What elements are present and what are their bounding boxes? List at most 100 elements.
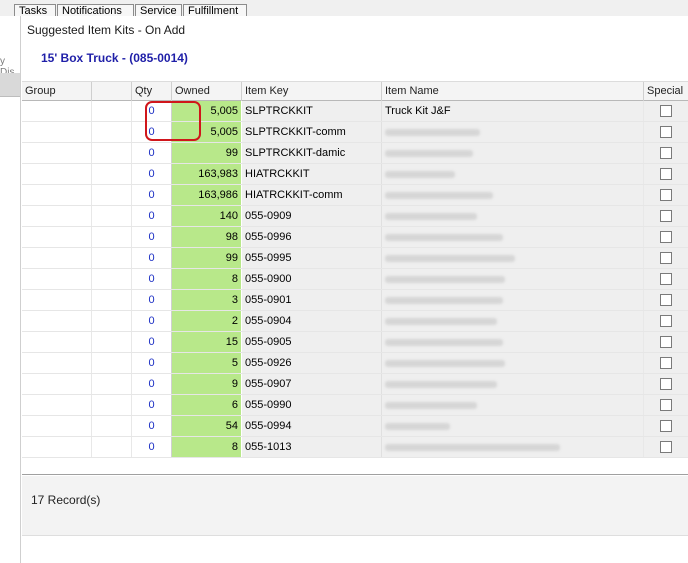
column-header-special[interactable]: Special xyxy=(644,82,688,101)
qty-cell[interactable]: 0 xyxy=(132,164,172,184)
special-checkbox[interactable] xyxy=(660,399,672,411)
blank-cell xyxy=(92,122,132,142)
qty-cell[interactable]: 0 xyxy=(132,332,172,352)
qty-cell[interactable]: 0 xyxy=(132,437,172,457)
table-row[interactable]: 0 5,005 SLPTRCKKIT-comm xyxy=(22,122,688,143)
qty-cell[interactable]: 0 xyxy=(132,395,172,415)
column-header-item-name[interactable]: Item Name xyxy=(382,82,644,101)
qty-cell[interactable]: 0 xyxy=(132,374,172,394)
table-row[interactable]: 0 6 055-0990 xyxy=(22,395,688,416)
table-row[interactable]: 0 99 055-0995 xyxy=(22,248,688,269)
column-header-owned[interactable]: Owned xyxy=(172,82,242,101)
redacted-item-name xyxy=(385,129,480,136)
table-row[interactable]: 0 163,983 HIATRCKKIT xyxy=(22,164,688,185)
qty-cell[interactable]: 0 xyxy=(132,185,172,205)
table-row[interactable]: 0 3 055-0901 xyxy=(22,290,688,311)
redacted-item-name xyxy=(385,213,477,220)
item-key-cell: 055-0995 xyxy=(242,248,382,268)
special-cell xyxy=(644,290,688,310)
special-cell xyxy=(644,227,688,247)
item-name-cell xyxy=(382,311,644,331)
special-checkbox[interactable] xyxy=(660,420,672,432)
group-cell[interactable] xyxy=(22,227,92,247)
table-row[interactable]: 0 2 055-0904 xyxy=(22,311,688,332)
qty-cell[interactable]: 0 xyxy=(132,290,172,310)
group-cell[interactable] xyxy=(22,164,92,184)
special-checkbox[interactable] xyxy=(660,441,672,453)
group-cell[interactable] xyxy=(22,290,92,310)
group-cell[interactable] xyxy=(22,185,92,205)
redacted-item-name xyxy=(385,171,455,178)
group-cell[interactable] xyxy=(22,248,92,268)
special-checkbox[interactable] xyxy=(660,273,672,285)
qty-cell[interactable]: 0 xyxy=(132,206,172,226)
table-row[interactable]: 0 98 055-0996 xyxy=(22,227,688,248)
column-header-blank[interactable] xyxy=(92,82,132,101)
group-cell[interactable] xyxy=(22,101,92,121)
special-checkbox[interactable] xyxy=(660,294,672,306)
blank-cell xyxy=(92,416,132,436)
table-row[interactable]: 0 163,986 HIATRCKKIT-comm xyxy=(22,185,688,206)
group-cell[interactable] xyxy=(22,395,92,415)
table-row[interactable]: 0 8 055-0900 xyxy=(22,269,688,290)
special-checkbox[interactable] xyxy=(660,357,672,369)
item-key-cell: SLPTRCKKIT xyxy=(242,101,382,121)
column-header-qty[interactable]: Qty xyxy=(132,82,172,101)
item-name-cell xyxy=(382,353,644,373)
qty-cell[interactable]: 0 xyxy=(132,101,172,121)
dialog-titlebar[interactable]: Suggested Item Kits - On Add xyxy=(21,16,688,46)
group-cell[interactable] xyxy=(22,332,92,352)
special-checkbox[interactable] xyxy=(660,336,672,348)
owned-cell: 5 xyxy=(172,353,242,373)
item-key-cell: 055-0905 xyxy=(242,332,382,352)
group-cell[interactable] xyxy=(22,143,92,163)
qty-cell[interactable]: 0 xyxy=(132,416,172,436)
special-checkbox[interactable] xyxy=(660,378,672,390)
special-checkbox[interactable] xyxy=(660,252,672,264)
qty-cell[interactable]: 0 xyxy=(132,122,172,142)
column-header-item-key[interactable]: Item Key xyxy=(242,82,382,101)
item-name-cell xyxy=(382,164,644,184)
special-checkbox[interactable] xyxy=(660,168,672,180)
table-row[interactable]: 0 15 055-0905 xyxy=(22,332,688,353)
group-cell[interactable] xyxy=(22,353,92,373)
qty-cell[interactable]: 0 xyxy=(132,311,172,331)
redacted-item-name xyxy=(385,234,503,241)
special-checkbox[interactable] xyxy=(660,126,672,138)
special-checkbox[interactable] xyxy=(660,315,672,327)
table-row[interactable]: 0 9 055-0907 xyxy=(22,374,688,395)
special-checkbox[interactable] xyxy=(660,210,672,222)
redacted-item-name xyxy=(385,318,497,325)
qty-cell[interactable]: 0 xyxy=(132,227,172,247)
group-cell[interactable] xyxy=(22,206,92,226)
special-checkbox[interactable] xyxy=(660,189,672,201)
item-key-cell: 055-0994 xyxy=(242,416,382,436)
item-name-cell xyxy=(382,206,644,226)
table-row[interactable]: 0 8 055-1013 xyxy=(22,437,688,458)
group-cell[interactable] xyxy=(22,122,92,142)
table-row[interactable]: 0 99 SLPTRCKKIT-damic xyxy=(22,143,688,164)
owned-cell: 8 xyxy=(172,269,242,289)
qty-cell[interactable]: 0 xyxy=(132,353,172,373)
redacted-item-name xyxy=(385,276,505,283)
qty-cell[interactable]: 0 xyxy=(132,269,172,289)
special-checkbox[interactable] xyxy=(660,231,672,243)
table-row[interactable]: 0 5,005 SLPTRCKKIT Truck Kit J&F xyxy=(22,101,688,122)
group-cell[interactable] xyxy=(22,269,92,289)
special-checkbox[interactable] xyxy=(660,105,672,117)
qty-cell[interactable]: 0 xyxy=(132,143,172,163)
item-name-cell xyxy=(382,122,644,142)
blank-cell xyxy=(92,332,132,352)
group-cell[interactable] xyxy=(22,311,92,331)
special-cell xyxy=(644,206,688,226)
qty-cell[interactable]: 0 xyxy=(132,248,172,268)
group-cell[interactable] xyxy=(22,374,92,394)
blank-cell xyxy=(92,164,132,184)
column-header-group[interactable]: Group xyxy=(22,82,92,101)
special-checkbox[interactable] xyxy=(660,147,672,159)
group-cell[interactable] xyxy=(22,437,92,457)
table-row[interactable]: 0 54 055-0994 xyxy=(22,416,688,437)
table-row[interactable]: 0 5 055-0926 xyxy=(22,353,688,374)
table-row[interactable]: 0 140 055-0909 xyxy=(22,206,688,227)
group-cell[interactable] xyxy=(22,416,92,436)
